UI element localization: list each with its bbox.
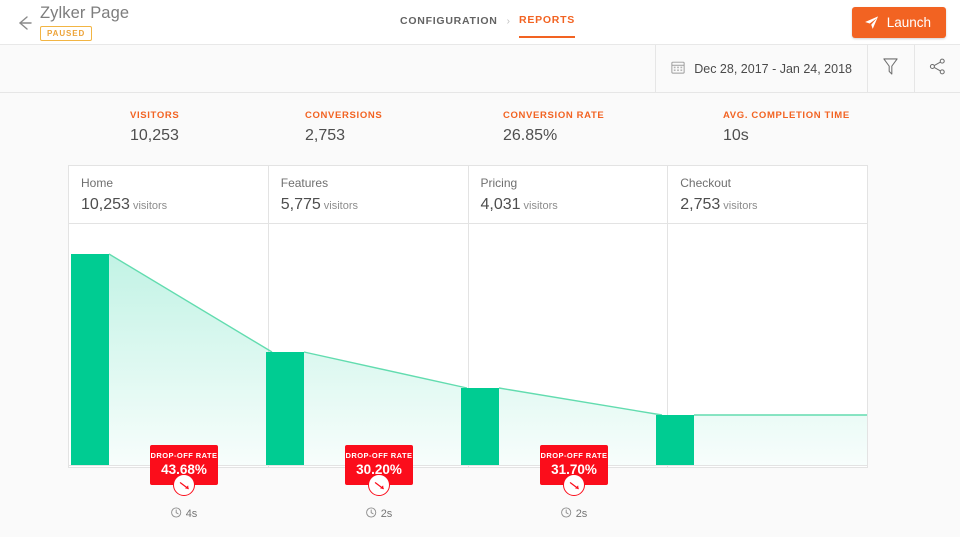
trend-down-icon[interactable]	[563, 474, 585, 496]
tab-reports[interactable]: REPORTS	[518, 14, 575, 38]
step-count-unit: visitors	[323, 200, 359, 212]
paper-plane-icon	[864, 15, 879, 30]
kpi-conversions: CONVERSIONS 2,753	[305, 110, 382, 145]
calendar-icon	[671, 60, 685, 77]
date-range-picker[interactable]: Dec 28, 2017 - Jan 24, 2018	[655, 45, 867, 92]
trend-down-icon[interactable]	[173, 474, 195, 496]
top-bar: Zylker Page PAUSED CONFIGURATION › REPOR…	[0, 0, 960, 45]
step-count: 5,775 visitors	[281, 196, 468, 214]
kpi-visitors: VISITORS 10,253	[130, 110, 179, 145]
funnel-step-checkout[interactable]: Checkout 2,753 visitors	[668, 166, 867, 223]
share-button[interactable]	[914, 45, 960, 92]
kpi-avg-completion-time: AVG. COMPLETION TIME 10s	[723, 110, 850, 145]
step-count-value: 2,753	[680, 196, 721, 213]
step-count-unit: visitors	[523, 200, 558, 212]
funnel-chart-card: Home 10,253 visitors Features 5,775 visito…	[68, 165, 868, 468]
dropoff-time: 2s	[561, 507, 588, 521]
kpi-conversion-rate-label: CONVERSION RATE	[503, 110, 605, 121]
status-badge: PAUSED	[40, 26, 93, 41]
kpi-avg-completion-time-value: 10s	[723, 127, 749, 144]
funnel-step-home[interactable]: Home 10,253 visitors	[69, 166, 269, 223]
step-count-unit: visitors	[132, 200, 168, 212]
dropoff-time: 2s	[366, 507, 393, 521]
funnel-step-headers: Home 10,253 visitors Features 5,775 visito…	[69, 166, 867, 224]
kpi-conversion-rate-value: 26.85%	[503, 127, 558, 144]
step-count: 4,031 visitors	[481, 196, 668, 214]
breadcrumb: CONFIGURATION › REPORTS	[400, 14, 575, 38]
funnel-reports-page: Zylker Page PAUSED CONFIGURATION › REPOR…	[0, 0, 960, 537]
kpi-conversions-label: CONVERSIONS	[305, 110, 383, 121]
funnel-bar-pricing[interactable]	[461, 388, 499, 465]
dropoff-time-label: 4s	[185, 508, 198, 520]
chevron-right-icon: ›	[506, 15, 510, 27]
step-name: Pricing	[480, 176, 518, 190]
funnel-step-features[interactable]: Features 5,775 visitors	[269, 166, 469, 223]
clock-icon	[366, 507, 377, 521]
kpi-visitors-value: 10,253	[130, 127, 179, 144]
launch-button[interactable]: Launch	[851, 7, 946, 38]
kpi-conversions-value: 2,753	[305, 127, 346, 144]
clock-icon	[171, 507, 182, 521]
date-range-label: Dec 28, 2017 - Jan 24, 2018	[694, 61, 852, 76]
dropoff-label: DROP-OFF RATE	[540, 451, 608, 460]
funnel-filter-icon	[882, 57, 899, 81]
kpi-avg-completion-time-label: AVG. COMPLETION TIME	[723, 110, 850, 121]
dropoff-badge-pricing-checkout[interactable]: DROP-OFF RATE 31.70% 2s	[540, 445, 608, 520]
kpi-visitors-label: VISITORS	[130, 110, 180, 121]
funnel-bar-features[interactable]	[266, 352, 304, 465]
step-count: 10,253 visitors	[81, 196, 268, 214]
arrow-left-icon[interactable]	[14, 13, 34, 33]
tab-configuration[interactable]: CONFIGURATION	[400, 15, 498, 37]
funnel-plot-area	[69, 224, 867, 468]
dropoff-time-label: 2s	[575, 508, 588, 520]
funnel-chart-svg	[69, 253, 867, 466]
funnel-bar-checkout[interactable]	[656, 415, 694, 465]
kpi-conversion-rate: CONVERSION RATE 26.85%	[503, 110, 604, 145]
dropoff-badge-features-pricing[interactable]: DROP-OFF RATE 30.20% 2s	[345, 445, 413, 520]
funnel-step-pricing[interactable]: Pricing 4,031 visitors	[469, 166, 669, 223]
kpi-row: VISITORS 10,253 CONVERSIONS 2,753 CONVER…	[0, 93, 960, 158]
filter-bar: Dec 28, 2017 - Jan 24, 2018	[0, 45, 960, 93]
dropoff-label: DROP-OFF RATE	[150, 451, 218, 460]
clock-icon	[561, 507, 572, 521]
filter-button[interactable]	[867, 45, 913, 92]
step-count-value: 5,775	[280, 196, 321, 213]
share-icon	[929, 58, 946, 80]
step-count: 2,753 visitors	[680, 196, 867, 214]
trend-down-icon[interactable]	[368, 474, 390, 496]
step-count-unit: visitors	[723, 200, 758, 212]
dropoff-label: DROP-OFF RATE	[345, 451, 413, 460]
dropoff-badge-home-features[interactable]: DROP-OFF RATE 43.68% 4s	[150, 445, 218, 520]
step-count-value: 10,253	[81, 196, 130, 213]
step-name: Checkout	[680, 176, 731, 190]
launch-button-label: Launch	[886, 15, 931, 30]
step-name: Features	[280, 176, 329, 190]
dropoff-time: 4s	[171, 507, 198, 521]
step-count-value: 4,031	[480, 196, 521, 213]
page-title: Zylker Page	[40, 4, 130, 22]
dropoff-time-label: 2s	[380, 508, 393, 520]
funnel-bar-home[interactable]	[71, 254, 109, 465]
step-name: Home	[81, 176, 114, 190]
